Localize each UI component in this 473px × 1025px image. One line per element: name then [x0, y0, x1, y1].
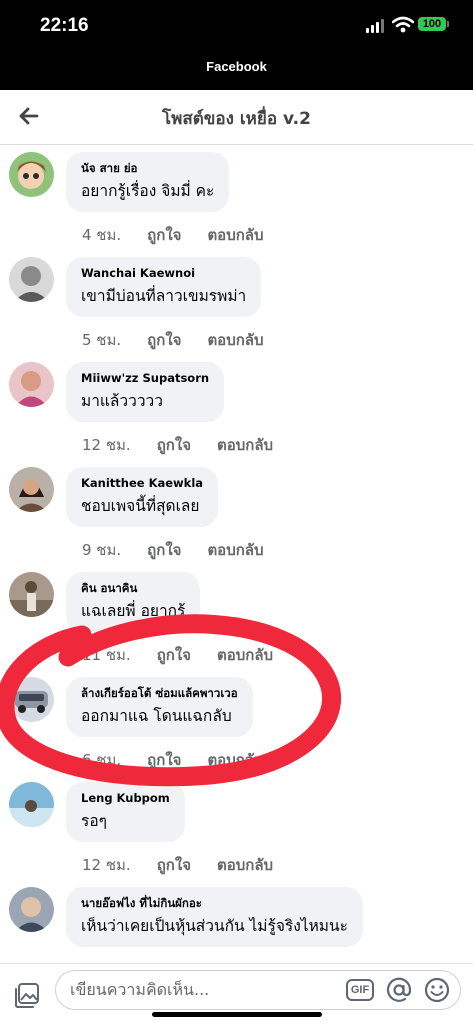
reply-button[interactable]: ตอบกลับ [207, 328, 263, 352]
battery-tip [447, 21, 449, 27]
comment-bubble[interactable]: นายอ๊อฟไง ที่ไม่กินผักอะ เห็นว่าเคยเป็นห… [66, 887, 363, 947]
comment-time: 11 ชม. [82, 646, 131, 664]
comment-bubble[interactable]: ล้างเกียร์ออโต้ ซ่อมแล้คพาวเวอ ออกมาแฉ โ… [66, 677, 253, 737]
comment-text: มาแล้ววววว [81, 392, 163, 410]
comment-actions: 5 ชม. ถูกใจ ตอบกลับ [82, 328, 290, 352]
reply-button[interactable]: ตอบกลับ [217, 433, 273, 457]
comment-actions: 12 ชม. ถูกใจ ตอบกลับ [82, 853, 299, 877]
comment-text: ชอบเพจนี้ที่สุดเลย [81, 497, 200, 515]
reply-button[interactable]: ตอบกลับ [207, 538, 263, 562]
comment-item: Miiww'zz Supatsorn มาแล้ววววว 12 ชม. ถูกใ… [0, 355, 473, 455]
comment-composer: GIF [0, 963, 473, 1025]
comment-actions: 11 ชม. ถูกใจ ตอบกลับ [82, 643, 299, 667]
comment-bubble[interactable]: Kanitthee Kaewkla ชอบเพจนี้ที่สุดเลย [66, 467, 219, 527]
comment-time: 6 ชม. [82, 751, 122, 769]
like-button[interactable]: ถูกใจ [147, 748, 181, 772]
comment-time: 5 ชม. [82, 331, 122, 349]
like-button[interactable]: ถูกใจ [157, 853, 191, 877]
comment-actions: 6 ชม. ถูกใจ ตอบกลับ [82, 748, 290, 772]
comment-text: เขามีบ่อนที่ลาวเขมรพม่า [81, 287, 247, 305]
wifi-icon [392, 16, 414, 33]
comment-item: ล้างเกียร์ออโต้ ซ่อมแล้คพาวเวอ ออกมาแฉ โ… [0, 670, 473, 770]
comment-time: 12 ชม. [82, 856, 131, 874]
reply-button[interactable]: ตอบกลับ [217, 853, 273, 877]
comment-item: นายอ๊อฟไง ที่ไม่กินผักอะ เห็นว่าเคยเป็นห… [0, 880, 473, 965]
gallery-icon[interactable] [13, 981, 41, 1009]
like-button[interactable]: ถูกใจ [157, 433, 191, 457]
like-button[interactable]: ถูกใจ [157, 643, 191, 667]
commenter-name[interactable]: คิน อนาคิน [81, 580, 185, 597]
comment-actions: 4 ชม. ถูกใจ ตอบกลับ [82, 223, 290, 247]
emoji-icon[interactable] [424, 977, 450, 1003]
avatar[interactable] [9, 677, 54, 722]
comment-text: ออกมาแฉ โดนแฉกลับ [81, 707, 232, 725]
comment-time: 4 ชม. [82, 226, 122, 244]
comment-item: Kanitthee Kaewkla ชอบเพจนี้ที่สุดเลย 9 ช… [0, 460, 473, 560]
app-label: Facebook [206, 59, 267, 74]
comment-item: Wanchai Kaewnoi เขามีบ่อนที่ลาวเขมรพม่า … [0, 250, 473, 350]
avatar[interactable] [9, 467, 54, 512]
comment-bubble[interactable]: Leng Kubpom รอๆ [66, 782, 185, 842]
comment-item: นัจ สาย ย่อ อยากรู้เรื่อง จิมมี่ คะ 4 ชม… [0, 145, 473, 245]
like-button[interactable]: ถูกใจ [147, 328, 181, 352]
comment-bubble[interactable]: Miiww'zz Supatsorn มาแล้ววววว [66, 362, 225, 422]
signal-icon [366, 19, 386, 33]
comment-list: นัจ สาย ย่อ อยากรู้เรื่อง จิมมี่ คะ 4 ชม… [0, 145, 473, 965]
comment-text: รอๆ [81, 812, 107, 830]
avatar[interactable] [9, 257, 54, 302]
avatar[interactable] [9, 887, 54, 932]
comment-item: Leng Kubpom รอๆ 12 ชม. ถูกใจ ตอบกลับ [0, 775, 473, 875]
commenter-name[interactable]: Kanitthee Kaewkla [81, 475, 203, 492]
comment-actions: 9 ชม. ถูกใจ ตอบกลับ [82, 538, 290, 562]
comment-time: 9 ชม. [82, 541, 122, 559]
status-time: 22:16 [40, 15, 89, 36]
like-button[interactable]: ถูกใจ [147, 223, 181, 247]
status-bar: 22:16 100 Facebook [0, 0, 473, 90]
battery-icon: 100 [418, 17, 446, 31]
comment-input[interactable] [68, 979, 342, 1000]
commenter-name[interactable]: นายอ๊อฟไง ที่ไม่กินผักอะ [81, 895, 348, 912]
commenter-name[interactable]: Leng Kubpom [81, 790, 170, 807]
commenter-name[interactable]: Wanchai Kaewnoi [81, 265, 246, 282]
avatar[interactable] [9, 152, 54, 197]
commenter-name[interactable]: Miiww'zz Supatsorn [81, 370, 209, 387]
avatar[interactable] [9, 362, 54, 407]
comment-bubble[interactable]: Wanchai Kaewnoi เขามีบ่อนที่ลาวเขมรพม่า [66, 257, 262, 317]
comment-actions: 12 ชม. ถูกใจ ตอบกลับ [82, 433, 299, 457]
comment-time: 12 ชม. [82, 436, 131, 454]
reply-button[interactable]: ตอบกลับ [217, 643, 273, 667]
comment-bubble[interactable]: คิน อนาคิน แฉเลยพี่ อยากรู้ [66, 572, 201, 632]
reply-button[interactable]: ตอบกลับ [207, 748, 263, 772]
avatar[interactable] [9, 782, 54, 827]
comment-item: คิน อนาคิน แฉเลยพี่ อยากรู้ 11 ชม. ถูกใจ ต… [0, 565, 473, 665]
gif-icon[interactable]: GIF [346, 979, 374, 1001]
comment-input-box[interactable]: GIF [55, 970, 461, 1010]
comment-text: เห็นว่าเคยเป็นหุ้นส่วนกัน ไม่รู้จริงไหมน… [81, 917, 348, 935]
commenter-name[interactable]: ล้างเกียร์ออโต้ ซ่อมแล้คพาวเวอ [81, 685, 238, 702]
like-button[interactable]: ถูกใจ [147, 538, 181, 562]
home-indicator [152, 1012, 322, 1017]
mention-icon[interactable] [386, 977, 412, 1003]
page-title: โพสต์ของ เหยื่อ v.2 [162, 109, 311, 129]
nav-bar: โพสต์ของ เหยื่อ v.2 [0, 90, 473, 145]
commenter-name[interactable]: นัจ สาย ย่อ [81, 160, 214, 177]
avatar[interactable] [9, 572, 54, 617]
comment-bubble[interactable]: นัจ สาย ย่อ อยากรู้เรื่อง จิมมี่ คะ [66, 152, 230, 212]
comment-text: แฉเลยพี่ อยากรู้ [81, 602, 186, 620]
comment-text: อยากรู้เรื่อง จิมมี่ คะ [81, 182, 215, 200]
reply-button[interactable]: ตอบกลับ [207, 223, 263, 247]
